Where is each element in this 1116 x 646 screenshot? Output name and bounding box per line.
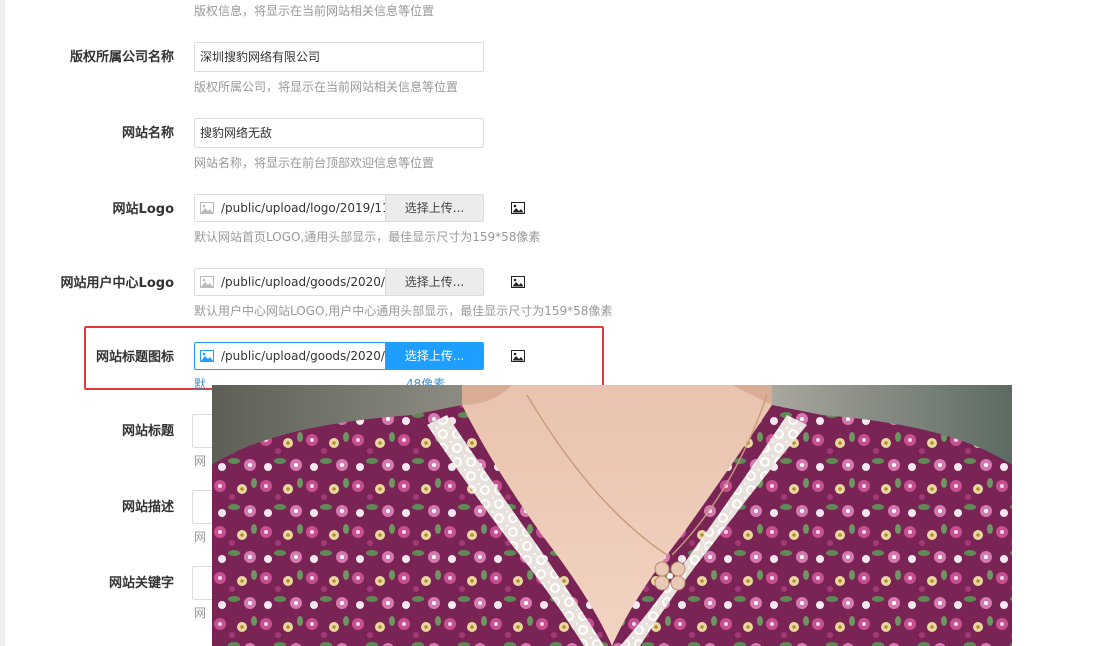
site-title-help: 网 [194, 454, 207, 468]
site-description-help: 网 [194, 530, 207, 544]
image-icon [195, 269, 219, 295]
site-logo-path[interactable]: /public/upload/logo/2019/11- [219, 195, 385, 221]
copyright-info-help: 版权信息，将显示在当前网站相关信息等位置 [194, 4, 435, 18]
site-description-input[interactable] [192, 490, 212, 524]
user-center-logo-upload-group: /public/upload/goods/2020/0 选择上传... [194, 268, 484, 296]
left-rail [0, 0, 5, 646]
site-keywords-input[interactable] [192, 566, 212, 600]
site-favicon-upload-group: /public/upload/goods/2020/0 选择上传... [194, 342, 484, 370]
user-center-logo-preview-icon[interactable] [510, 275, 526, 289]
user-center-logo-help: 默认用户中心网站LOGO,用户中心通用头部显示，最佳显示尺寸为159*58像素 [194, 304, 613, 318]
site-keywords-label: 网站关键字 [108, 576, 174, 591]
site-logo-label: 网站Logo [112, 202, 174, 217]
site-name-input[interactable]: 搜豹网络无敌 [194, 118, 484, 148]
user-center-logo-path[interactable]: /public/upload/goods/2020/0 [219, 269, 385, 295]
site-title-label: 网站标题 [121, 424, 174, 439]
image-preview-popup [212, 385, 1012, 646]
site-keywords-help: 网 [194, 606, 207, 620]
site-logo-help: 默认网站首页LOGO,通用头部显示，最佳显示尺寸为159*58像素 [194, 230, 541, 244]
image-icon [195, 195, 219, 221]
copyright-company-label: 版权所属公司名称 [69, 50, 174, 65]
copyright-company-input[interactable]: 深圳搜豹网络有限公司 [194, 42, 484, 72]
site-logo-upload-group: /public/upload/logo/2019/11- 选择上传... [194, 194, 484, 222]
site-logo-preview-icon[interactable] [510, 201, 526, 215]
site-title-input[interactable] [192, 414, 212, 448]
site-favicon-path[interactable]: /public/upload/goods/2020/0 [219, 343, 385, 369]
site-favicon-preview-icon[interactable] [510, 349, 526, 363]
image-icon [195, 343, 219, 369]
site-logo-upload-button[interactable]: 选择上传... [385, 195, 483, 221]
site-favicon-upload-button[interactable]: 选择上传... [385, 343, 483, 369]
preview-photo [212, 385, 1012, 646]
user-center-logo-label: 网站用户中心Logo [60, 276, 174, 291]
copyright-company-help: 版权所属公司，将显示在当前网站相关信息等位置 [194, 80, 459, 94]
site-favicon-help-partial-left: 默 [194, 377, 207, 391]
site-description-label: 网站描述 [121, 500, 174, 515]
user-center-logo-upload-button[interactable]: 选择上传... [385, 269, 483, 295]
site-name-help: 网站名称，将显示在前台顶部欢迎信息等位置 [194, 156, 435, 170]
site-name-label: 网站名称 [121, 126, 174, 141]
site-favicon-label: 网站标题图标 [95, 350, 174, 365]
